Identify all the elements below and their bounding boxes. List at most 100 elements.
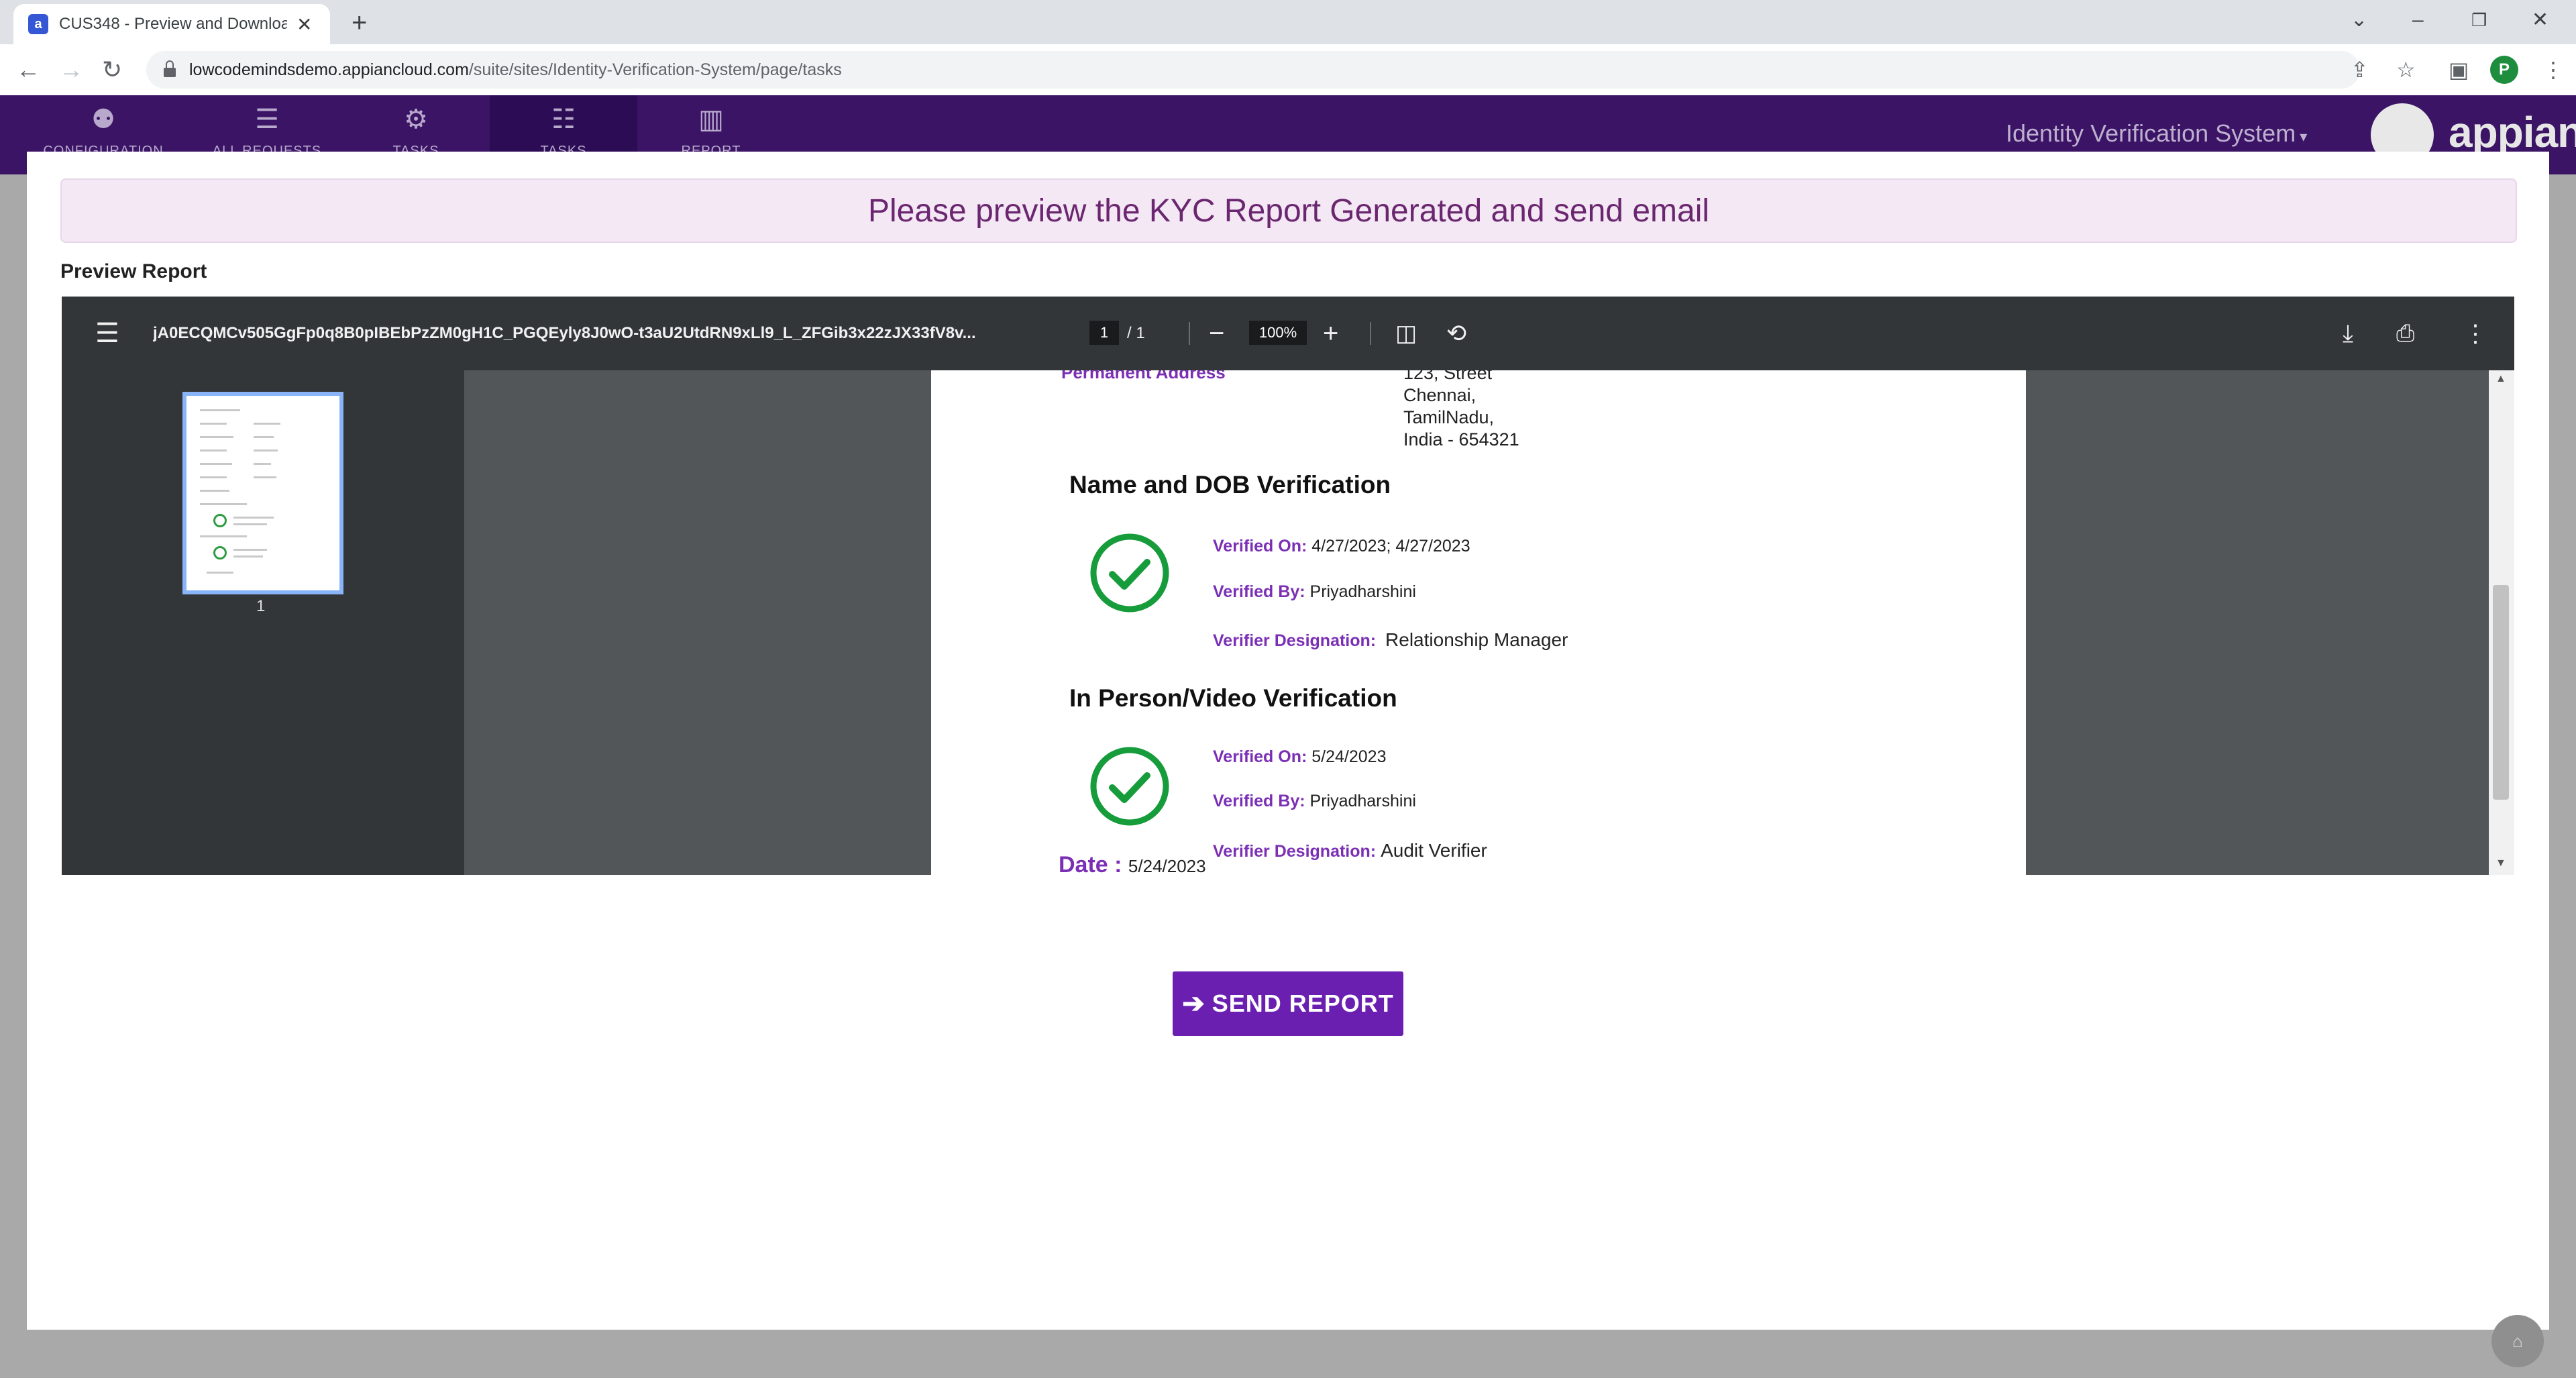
- pdf-filename: jA0ECQMCv505GgFp0q8B0pIBEbPzZM0gH1C_PGQE…: [153, 324, 976, 342]
- list-icon: ☷: [551, 105, 576, 134]
- thumb-text-line: [254, 423, 280, 425]
- scrollbar-thumb[interactable]: [2493, 585, 2509, 800]
- site-name: Identity Verification System: [2006, 119, 2296, 147]
- thumb-text-line: [200, 535, 247, 537]
- menu-icon[interactable]: ☰: [95, 297, 119, 370]
- thumb-text-line: [233, 555, 263, 558]
- gear-icon: ⚙: [404, 105, 428, 134]
- send-report-label: SEND REPORT: [1212, 990, 1394, 1017]
- url-text: lowcodemindsdemo.appiancloud.com/suite/s…: [189, 60, 842, 79]
- verified-by-row: Verified By: Priyadharshini: [1213, 792, 1416, 811]
- verified-on-label: Verified On:: [1213, 537, 1307, 555]
- toolbar-divider: [1370, 322, 1371, 345]
- address-bar[interactable]: lowcodemindsdemo.appiancloud.com/suite/s…: [146, 51, 2360, 89]
- pdf-page-area: Permanent Address 123, Street Chennai, T…: [464, 370, 2514, 875]
- chat-icon: ⌂: [2512, 1330, 2523, 1351]
- arrow-right-icon: ➔: [1182, 989, 1205, 1018]
- thumb-text-line: [207, 572, 233, 574]
- caret-down-icon: ▾: [2300, 128, 2308, 145]
- address-line: India - 654321: [1403, 429, 1519, 449]
- preview-modal: Please preview the KYC Report Generated …: [27, 152, 2549, 1330]
- thumb-text-line: [233, 523, 267, 525]
- thumb-text-line: [254, 476, 276, 478]
- appian-logo: appian: [2449, 108, 2576, 156]
- thumb-text-line: [200, 423, 227, 425]
- verified-by-value: Priyadharshini: [1309, 792, 1416, 810]
- pdf-scrollbar[interactable]: ▲ ▼: [2489, 370, 2514, 875]
- address-line: 123, Street: [1403, 370, 1493, 383]
- verified-by-label: Verified By:: [1213, 792, 1305, 810]
- instruction-banner: Please preview the KYC Report Generated …: [60, 178, 2517, 243]
- profile-avatar[interactable]: P: [2490, 56, 2518, 84]
- browser-tab[interactable]: a CUS348 - Preview and Downloa... ✕: [13, 4, 330, 44]
- address-line: Chennai,: [1403, 385, 1477, 405]
- share-icon[interactable]: ⇪: [2351, 56, 2369, 83]
- page-number-input[interactable]: 1: [1089, 321, 1119, 345]
- designation-row: Verifier Designation: Audit Verifier: [1213, 840, 1487, 861]
- thumb-check-icon: [213, 546, 227, 560]
- thumb-text-line: [233, 517, 274, 519]
- help-fab[interactable]: ⌂: [2491, 1315, 2544, 1367]
- designation-value: Relationship Manager: [1385, 629, 1568, 650]
- tab-search-icon[interactable]: ⌄: [2351, 5, 2367, 35]
- send-report-button[interactable]: ➔ SEND REPORT: [1173, 971, 1403, 1036]
- side-panel-icon[interactable]: ▣: [2449, 56, 2469, 83]
- tab-close-icon[interactable]: ✕: [297, 13, 312, 36]
- thumb-text-line: [200, 409, 240, 411]
- forward-icon[interactable]: →: [59, 55, 83, 85]
- verified-by-value: Priyadharshini: [1309, 582, 1416, 601]
- page-thumbnail[interactable]: [182, 392, 343, 594]
- zoom-input[interactable]: 100%: [1249, 321, 1307, 345]
- date-label: Date :: [1059, 852, 1122, 875]
- thumb-text-line: [233, 549, 267, 551]
- minimize-button[interactable]: –: [2412, 5, 2424, 35]
- appian-favicon-icon: a: [28, 14, 48, 34]
- designation-value: Audit Verifier: [1381, 840, 1487, 861]
- preview-report-label: Preview Report: [60, 260, 207, 282]
- zoom-in-icon[interactable]: +: [1323, 297, 1338, 370]
- fit-page-icon[interactable]: ◫: [1395, 297, 1417, 370]
- rotate-icon[interactable]: ⟲: [1446, 297, 1466, 370]
- report-date: Date : 5/24/2023: [1059, 852, 1206, 875]
- tab-title: CUS348 - Preview and Downloa...: [59, 15, 287, 33]
- verified-check-icon: [1090, 533, 1169, 613]
- new-tab-button[interactable]: +: [352, 7, 367, 39]
- address-line: TamilNadu,: [1403, 407, 1495, 427]
- download-icon[interactable]: ⤓: [2343, 297, 2353, 370]
- lock-icon[interactable]: [164, 60, 176, 77]
- designation-label: Verifier Designation:: [1213, 631, 1377, 650]
- more-options-icon[interactable]: ⋮: [2463, 297, 2487, 370]
- thumb-text-line: [254, 463, 271, 465]
- permanent-address-label: Permanent Address: [1061, 370, 1226, 382]
- pdf-page: Permanent Address 123, Street Chennai, T…: [931, 370, 2026, 875]
- list-check-icon: ☰: [255, 105, 279, 134]
- verified-on-label: Verified On:: [1213, 747, 1307, 766]
- scroll-up-icon[interactable]: ▲: [2496, 373, 2506, 385]
- thumb-text-line: [200, 463, 232, 465]
- verified-on-value: 5/24/2023: [1311, 747, 1387, 766]
- browser-menu-icon[interactable]: ⋮: [2542, 56, 2564, 83]
- restore-button[interactable]: ❐: [2471, 5, 2487, 35]
- section-title-in-person: In Person/Video Verification: [1069, 684, 1397, 712]
- thumb-text-line: [254, 449, 278, 452]
- browser-toolbar: ← → ↻ lowcodemindsdemo.appiancloud.com/s…: [0, 44, 2576, 96]
- users-gear-icon: ⚉: [91, 105, 115, 134]
- reload-icon[interactable]: ↻: [102, 55, 122, 85]
- zoom-out-icon[interactable]: −: [1209, 297, 1224, 370]
- page-total: / 1: [1127, 324, 1145, 342]
- bar-chart-icon: ▥: [698, 105, 724, 134]
- thumb-text-line: [200, 490, 229, 492]
- scroll-down-icon[interactable]: ▼: [2496, 857, 2506, 869]
- print-icon[interactable]: ⎙: [2396, 297, 2414, 370]
- thumb-text-line: [200, 476, 227, 478]
- site-switcher[interactable]: Identity Verification System ▾: [2006, 119, 2307, 148]
- thumbnail-pane: 1: [62, 370, 464, 875]
- verified-on-value: 4/27/2023; 4/27/2023: [1311, 537, 1470, 555]
- thumb-text-line: [200, 503, 247, 505]
- verified-on-row: Verified On: 5/24/2023: [1213, 747, 1386, 767]
- bookmark-star-icon[interactable]: ☆: [2396, 56, 2416, 83]
- designation-row: Verifier Designation: Relationship Manag…: [1213, 629, 1568, 651]
- close-window-button[interactable]: ✕: [2532, 5, 2548, 35]
- thumb-text-line: [254, 436, 274, 438]
- back-icon[interactable]: ←: [16, 55, 40, 85]
